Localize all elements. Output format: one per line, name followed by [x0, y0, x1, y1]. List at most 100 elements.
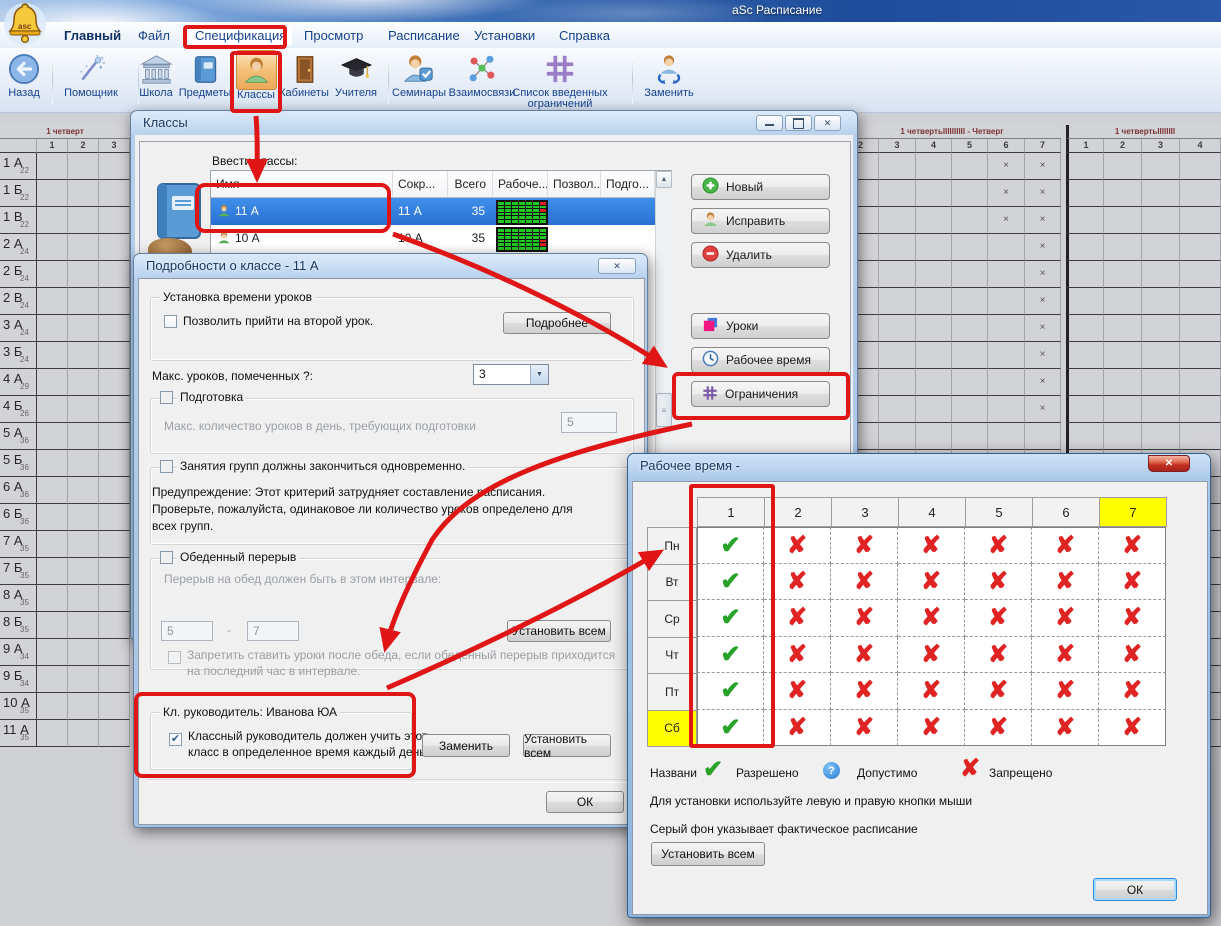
worktime-cell[interactable]: ✘: [898, 710, 965, 747]
groups-finish-checkbox[interactable]: [160, 460, 173, 473]
worktime-cell[interactable]: ✘: [1099, 673, 1166, 710]
worktime-cell[interactable]: ✘: [898, 564, 965, 601]
period-column-header[interactable]: 1: [697, 497, 765, 527]
edit-class-button[interactable]: Исправить: [691, 208, 830, 234]
worktime-cell[interactable]: ✘: [764, 600, 831, 637]
worktime-cell[interactable]: ✘: [1099, 637, 1166, 674]
worktime-cell[interactable]: ✘: [764, 637, 831, 674]
worktime-cell[interactable]: ✘: [1032, 710, 1099, 747]
column-header[interactable]: Имя: [211, 171, 393, 198]
delete-class-button[interactable]: Удалить: [691, 242, 830, 268]
worktime-cell[interactable]: ✘: [831, 600, 898, 637]
worktime-cell[interactable]: ✘: [764, 710, 831, 747]
worktime-cell[interactable]: ✘: [1099, 564, 1166, 601]
close-icon[interactable]: ✕: [814, 115, 841, 131]
worktime-grid[interactable]: 1234567Пн✔✘✘✘✘✘✘Вт✔✘✘✘✘✘✘Ср✔✘✘✘✘✘✘Чт✔✘✘✘…: [647, 497, 1167, 747]
worktime-cell[interactable]: ✔: [697, 710, 764, 747]
close-icon[interactable]: ✕: [1148, 455, 1190, 472]
period-column-header[interactable]: 3: [831, 497, 899, 527]
worktime-cell[interactable]: ✘: [1099, 600, 1166, 637]
period-column-header[interactable]: 6: [1032, 497, 1100, 527]
menu-view[interactable]: Просмотр: [298, 26, 369, 45]
worktime-cell[interactable]: ✘: [965, 527, 1032, 564]
scroll-up-icon[interactable]: ▲: [656, 171, 672, 188]
worktime-cell[interactable]: ✔: [697, 564, 764, 601]
max-marked-combobox[interactable]: 3 ▼: [473, 364, 549, 385]
worktime-cell[interactable]: ✘: [1032, 637, 1099, 674]
worktime-cell[interactable]: ✘: [965, 710, 1032, 747]
day-row-header[interactable]: Ср: [647, 600, 697, 638]
worktime-cell[interactable]: ✘: [764, 564, 831, 601]
constraints-button[interactable]: Ограничения: [691, 381, 830, 407]
maximize-icon[interactable]: [785, 115, 812, 131]
worktime-cell[interactable]: ✘: [1032, 673, 1099, 710]
replace-teacher-button[interactable]: Заменить: [422, 734, 510, 757]
details-ok-button[interactable]: ОК: [546, 791, 624, 813]
worktime-cell[interactable]: ✘: [1032, 600, 1099, 637]
worktime-cell[interactable]: ✘: [1032, 527, 1099, 564]
scrollbar-thumb[interactable]: ≡: [656, 393, 672, 427]
period-column-header[interactable]: 2: [764, 497, 832, 527]
worktime-cell[interactable]: ✔: [697, 673, 764, 710]
worktime-cell[interactable]: ✘: [1099, 527, 1166, 564]
minimize-icon[interactable]: [756, 115, 783, 131]
worktime-cell[interactable]: ✘: [898, 673, 965, 710]
menu-main[interactable]: Главный: [58, 26, 127, 45]
day-row-header[interactable]: Вт: [647, 564, 697, 602]
toolbar-replace[interactable]: Заменить: [614, 50, 724, 110]
worktime-cell[interactable]: ✘: [764, 673, 831, 710]
worktime-cell[interactable]: ✘: [965, 637, 1032, 674]
menu-specification[interactable]: Спецификация: [189, 26, 292, 45]
lunch-break-checkbox[interactable]: [160, 551, 173, 564]
column-header[interactable]: Подго...: [601, 171, 655, 198]
worktime-cell[interactable]: ✘: [831, 673, 898, 710]
worktime-cell[interactable]: ✘: [898, 637, 965, 674]
worktime-cell[interactable]: ✔: [697, 600, 764, 637]
menu-timetable[interactable]: Расписание: [382, 26, 466, 45]
new-class-button[interactable]: Новый: [691, 174, 830, 200]
period-column-header[interactable]: 7: [1099, 497, 1167, 527]
worktime-cell[interactable]: ✘: [898, 600, 965, 637]
column-header[interactable]: Позвол...: [548, 171, 601, 198]
worktime-cell[interactable]: ✘: [898, 527, 965, 564]
worktime-cell[interactable]: ✘: [831, 637, 898, 674]
table-row[interactable]: 11 А11 А35: [211, 198, 655, 225]
period-column-header[interactable]: 4: [898, 497, 966, 527]
column-header[interactable]: Всего: [448, 171, 493, 198]
day-row-header[interactable]: Сб: [647, 710, 697, 748]
lunch-set-all-button[interactable]: Установить всем: [507, 620, 611, 642]
column-header[interactable]: Сокр...: [393, 171, 448, 198]
worktime-set-all-button[interactable]: Установить всем: [651, 842, 765, 866]
worktime-cell[interactable]: ✘: [831, 527, 898, 564]
max-prep-input[interactable]: 5: [561, 412, 617, 433]
teacher-set-all-button[interactable]: Установить всем: [523, 734, 611, 757]
details-more-button[interactable]: Подробнее: [503, 312, 611, 334]
worktime-cell[interactable]: ✘: [1099, 710, 1166, 747]
worktime-ok-button[interactable]: ОК: [1093, 878, 1177, 901]
day-row-header[interactable]: Пт: [647, 673, 697, 711]
day-row-header[interactable]: Чт: [647, 637, 697, 675]
worktime-cell[interactable]: ✘: [965, 600, 1032, 637]
worktime-cell[interactable]: ✘: [965, 564, 1032, 601]
worktime-cell[interactable]: ✔: [697, 527, 764, 564]
no-lessons-after-lunch-checkbox[interactable]: [168, 651, 181, 664]
worktime-cell[interactable]: ✘: [831, 564, 898, 601]
worktime-button[interactable]: Рабочее время: [691, 347, 830, 373]
lessons-button[interactable]: Уроки: [691, 313, 830, 339]
table-row[interactable]: 10 А10 А35: [211, 225, 655, 252]
close-icon[interactable]: ✕: [598, 258, 636, 274]
teacher-fixed-time-checkbox[interactable]: [169, 733, 182, 746]
chevron-down-icon[interactable]: ▼: [530, 365, 548, 384]
menu-file[interactable]: Файл: [132, 26, 176, 45]
worktime-cell[interactable]: ✔: [697, 637, 764, 674]
allow-second-lesson-checkbox[interactable]: [164, 315, 177, 328]
period-column-header[interactable]: 5: [965, 497, 1033, 527]
preparation-checkbox[interactable]: [160, 391, 173, 404]
toolbar-constraints-list[interactable]: Список введенныхограничений: [505, 50, 615, 110]
lunch-to-input[interactable]: 7: [247, 621, 299, 641]
worktime-cell[interactable]: ✘: [1032, 564, 1099, 601]
day-row-header[interactable]: Пн: [647, 527, 697, 565]
lunch-from-input[interactable]: 5: [161, 621, 213, 641]
worktime-cell[interactable]: ✘: [965, 673, 1032, 710]
worktime-cell[interactable]: ✘: [764, 527, 831, 564]
